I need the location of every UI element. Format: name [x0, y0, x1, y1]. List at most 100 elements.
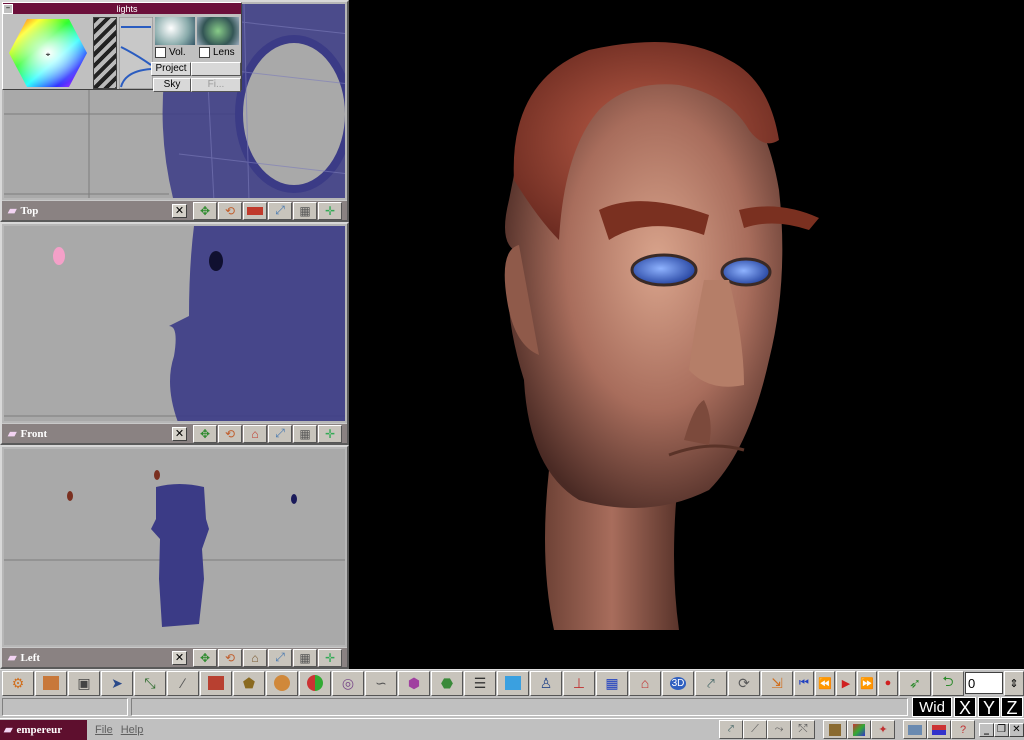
zoom-view-icon[interactable]: ⤢ [268, 648, 292, 667]
viewport-front[interactable]: ▰ Front ✕ ✥ ⟲ ⌂ ⤢ ▦ ✛ [0, 222, 349, 445]
light-sphere-icon[interactable] [155, 17, 195, 45]
cylinder-icon[interactable]: ⬢ [398, 670, 430, 696]
render-house-icon[interactable]: ⌂ [243, 424, 267, 443]
blank-button[interactable] [191, 62, 241, 76]
status-field-main [131, 698, 908, 716]
intensity-slider[interactable] [93, 17, 117, 89]
bulb-icon [53, 247, 65, 265]
plugin-icon[interactable]: ⚙ [2, 670, 34, 696]
loop-icon[interactable]: ⮌ [932, 670, 964, 696]
zoom-view-icon[interactable]: ⤢ [268, 424, 292, 443]
viewport-left-canvas[interactable] [4, 449, 345, 645]
view3d-icon[interactable]: 3D [662, 670, 694, 696]
image-icon[interactable] [903, 720, 927, 739]
camera-icon[interactable]: ▣ [68, 670, 100, 696]
rotate-view-icon[interactable]: ⟲ [218, 201, 242, 220]
lens-checkbox[interactable] [199, 47, 210, 58]
lights-panel-titlebar: – lights [3, 3, 241, 14]
bone-tool-icon[interactable]: ⟋ [743, 720, 767, 739]
light-shadow-sphere-icon[interactable] [197, 17, 239, 45]
scale-icon[interactable]: ⇲ [761, 670, 793, 696]
cube-icon[interactable] [35, 670, 67, 696]
extra-button[interactable]: Fi... [191, 78, 241, 92]
keyframe-icon[interactable]: ➶ [899, 670, 931, 696]
color-wheel[interactable]: ⌖ [7, 17, 89, 89]
material-icon[interactable] [823, 720, 847, 739]
render-view-icon[interactable] [243, 201, 267, 220]
record-icon[interactable]: ● [878, 670, 898, 696]
extrude-icon[interactable]: ⬟ [233, 670, 265, 696]
main-toolbar: ⚙ ▣ ➤ ⤡ ∕ ⬟ ◎ ∽ ⬢ ⬣ ☰ ♙ ⊥ ▦ ⌂ 3D ⤤ ⟳ ⇲ ⏮… [0, 669, 1024, 696]
texture-icon[interactable] [847, 720, 871, 739]
skeleton-icon[interactable]: ⤤ [695, 670, 727, 696]
bezier-icon[interactable]: ∽ [365, 670, 397, 696]
status-field-left [2, 698, 128, 716]
axis-y-button[interactable]: Y [978, 697, 1000, 718]
torus-icon[interactable]: ◎ [332, 670, 364, 696]
viewport-left[interactable]: ▰ Left ✕ ✥ ⟲ ⌂ ⤢ ▦ ✛ [0, 445, 349, 669]
render-view[interactable] [349, 0, 1024, 669]
spline-icon[interactable]: ∕ [167, 670, 199, 696]
file-menu[interactable]: File [95, 724, 113, 736]
house-icon[interactable]: ⌂ [629, 670, 661, 696]
viewport-front-canvas[interactable] [4, 226, 345, 421]
path-tool-icon[interactable]: ⤳ [767, 720, 791, 739]
cube-blue-icon[interactable] [497, 670, 529, 696]
skeleton-tool-icon[interactable]: ⤤ [719, 720, 743, 739]
help-icon[interactable]: ? [951, 720, 975, 739]
flag-icon[interactable] [927, 720, 951, 739]
box-icon[interactable] [200, 670, 232, 696]
move-icon[interactable]: ⤡ [134, 670, 166, 696]
move-view-icon[interactable]: ✥ [193, 424, 217, 443]
lathe-icon[interactable]: ⬣ [431, 670, 463, 696]
fast-forward-icon[interactable]: ⏩ [857, 670, 877, 696]
restore-button[interactable]: ❐ [994, 722, 1009, 737]
sneaker-icon: ▰ [8, 652, 17, 664]
falloff-curves[interactable] [119, 17, 153, 89]
axes-view-icon[interactable]: ✛ [318, 648, 342, 667]
close-button[interactable]: ✕ [1009, 722, 1024, 737]
zoom-view-icon[interactable]: ⤢ [268, 201, 292, 220]
viewport-top-close-button[interactable]: ✕ [172, 203, 187, 218]
color-sphere-icon[interactable] [299, 670, 331, 696]
move-view-icon[interactable]: ✥ [193, 648, 217, 667]
rotate-icon[interactable]: ⟳ [728, 670, 760, 696]
rewind-icon[interactable]: ⏪ [815, 670, 835, 696]
frame-stepper-icon[interactable]: ⇕ [1004, 670, 1024, 696]
wireframe-view-icon[interactable]: ▦ [293, 201, 317, 220]
frame-input[interactable] [965, 672, 1003, 694]
app-button[interactable]: ▰ empereur [0, 719, 87, 740]
axes-view-icon[interactable]: ✛ [318, 424, 342, 443]
wireframe-view-icon[interactable]: ▦ [293, 648, 317, 667]
vol-checkbox[interactable] [155, 47, 166, 58]
render-house-icon[interactable]: ⌂ [243, 648, 267, 667]
axis-z-button[interactable]: Z [1001, 697, 1023, 718]
help-menu[interactable]: Help [121, 724, 144, 736]
project-button[interactable]: Project [151, 62, 191, 76]
first-frame-icon[interactable]: ⏮ [794, 670, 814, 696]
viewport-left-close-button[interactable]: ✕ [172, 650, 187, 665]
vol-checkbox-row[interactable]: Vol. [155, 47, 186, 58]
axis-x-button[interactable]: X [954, 697, 976, 718]
lights-panel-collapse-button[interactable]: – [3, 3, 13, 14]
palette-icon[interactable]: ✦ [871, 720, 895, 739]
wireframe-view-icon[interactable]: ▦ [293, 424, 317, 443]
sphere-icon[interactable] [266, 670, 298, 696]
minimize-button[interactable]: _ [979, 722, 994, 737]
lens-checkbox-row[interactable]: Lens [199, 47, 235, 58]
axis-wid-button[interactable]: Wid [912, 697, 952, 717]
rotate-view-icon[interactable]: ⟲ [218, 648, 242, 667]
play-icon[interactable]: ▶ [836, 670, 856, 696]
morph-tool-icon[interactable]: ⤲ [791, 720, 815, 739]
grid-list-icon[interactable]: ☰ [464, 670, 496, 696]
axes-view-icon[interactable]: ✛ [318, 201, 342, 220]
move-view-icon[interactable]: ✥ [193, 201, 217, 220]
pointer-icon[interactable]: ➤ [101, 670, 133, 696]
sky-button[interactable]: Sky [153, 78, 191, 92]
grid-icon[interactable]: ▦ [596, 670, 628, 696]
rotate-view-icon[interactable]: ⟲ [218, 424, 242, 443]
figure-icon[interactable]: ♙ [530, 670, 562, 696]
sneaker-icon: ▰ [4, 724, 13, 736]
viewport-front-close-button[interactable]: ✕ [172, 426, 187, 441]
axis-icon[interactable]: ⊥ [563, 670, 595, 696]
